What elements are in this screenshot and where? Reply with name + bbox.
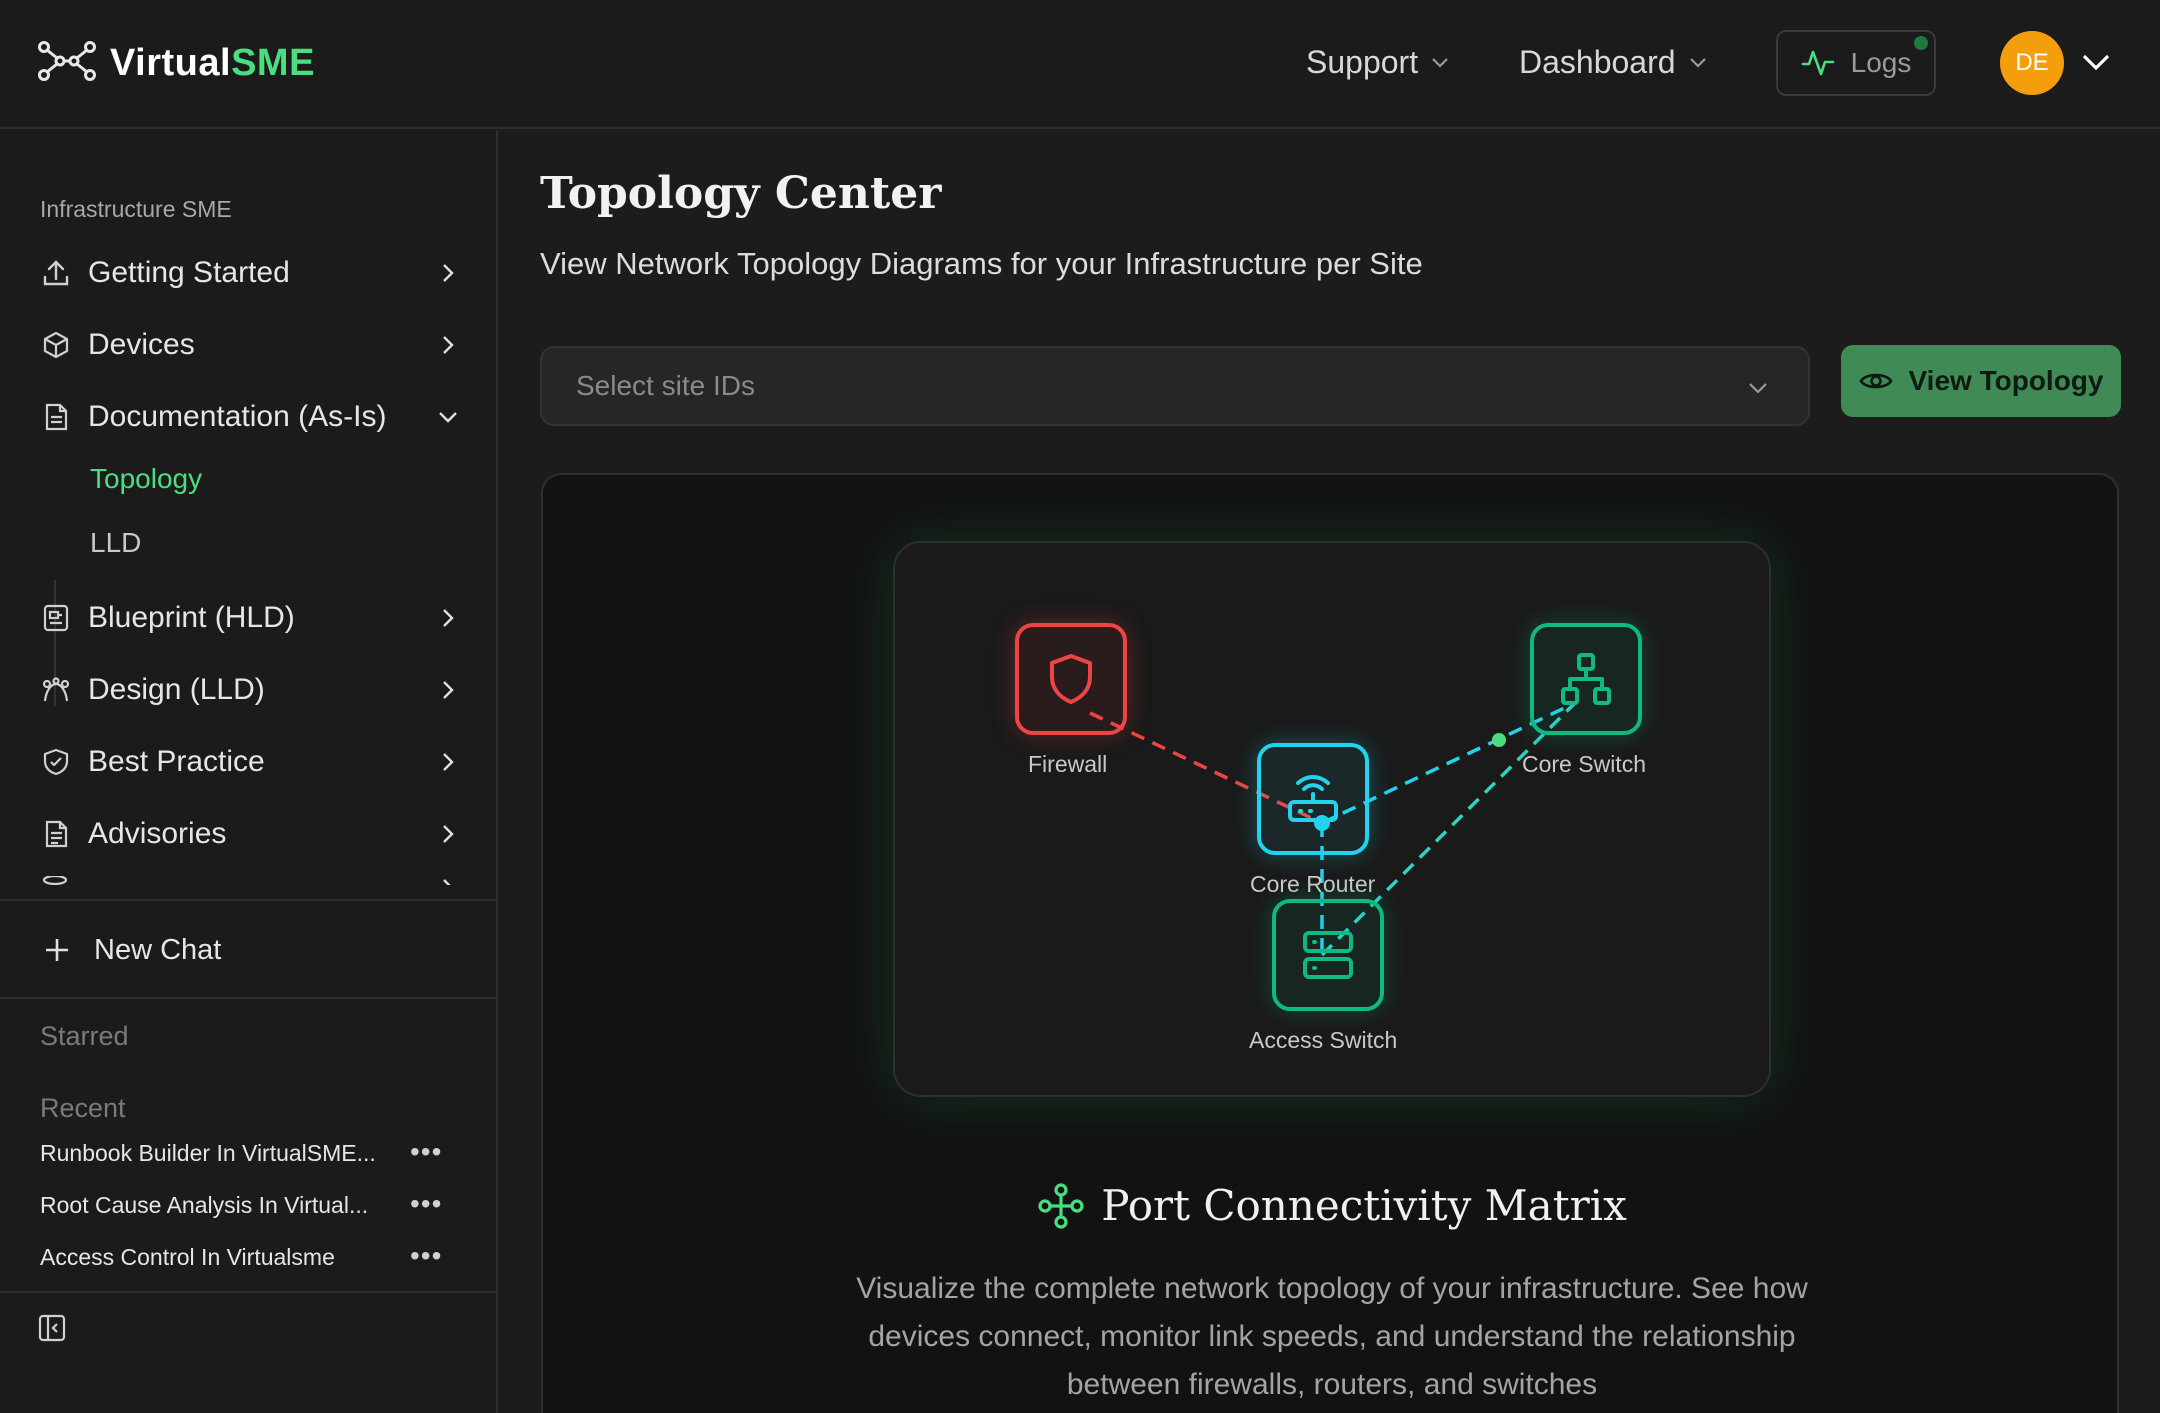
new-chat-button[interactable]: New Chat [44,925,221,975]
chevron-right-icon [443,336,454,354]
chevron-right-icon [443,609,454,627]
box-icon [40,329,72,361]
handshake-icon [40,746,72,778]
sidebar-section-title: Infrastructure SME [40,196,232,222]
logs-button[interactable]: Logs [1776,30,1936,96]
site-id-select[interactable] [540,346,1810,426]
nav-support-label: Support [1306,43,1419,80]
sidebar-item-documentation[interactable]: Documentation (As-Is) [40,387,460,447]
sidebar-subitem-lld[interactable]: LLD [90,527,141,559]
plus-icon [46,939,68,961]
nav-dashboard-label: Dashboard [1519,43,1676,80]
node-label-core-router: Core Router [1250,871,1376,897]
virtualsme-logo[interactable]: VirtualSME [38,40,315,86]
top-header: VirtualSME Support Dashboard Logs DE [0,0,2160,129]
recent-chat-item[interactable]: Runbook Builder In VirtualSME... ••• [40,1133,460,1173]
file-text-icon [40,818,72,850]
collapse-sidebar-icon[interactable] [38,1314,66,1342]
sidebar-item-advisories[interactable]: Advisories [40,804,460,864]
network-icon [1561,653,1611,705]
more-options-icon[interactable]: ••• [410,1190,442,1218]
topology-diagram: Firewall Core Router Core Switch Access … [893,541,1771,1097]
nav-support[interactable]: Support [1306,38,1450,86]
page-subtitle: View Network Topology Diagrams for your … [540,246,1423,281]
topology-panel: Firewall Core Router Core Switch Access … [541,473,2119,1413]
logo-text: VirtualSME [110,41,315,84]
connectivity-title: Port Connectivity Matrix [1101,1181,1627,1230]
node-label-core-switch: Core Switch [1522,751,1646,777]
upload-icon [40,257,72,289]
sidebar-item-label: Blueprint (HLD) [88,601,295,634]
site-id-input[interactable] [576,370,1676,402]
recent-chat-item[interactable]: Root Cause Analysis In Virtual... ••• [40,1185,460,1225]
document-icon [40,401,72,433]
shield-icon [1050,654,1092,704]
chevron-right-icon [443,753,454,771]
sidebar-divider [0,899,496,901]
eye-icon [1858,373,1893,389]
recent-chat-title: Access Control In Virtualsme [40,1243,335,1270]
recent-chat-title: Root Cause Analysis In Virtual... [40,1191,369,1218]
node-firewall[interactable] [1015,623,1127,735]
router-icon [1288,775,1338,822]
sidebar-item-label: Documentation (As-Is) [88,400,387,433]
view-topology-button[interactable]: View Topology [1841,345,2121,417]
more-options-icon[interactable]: ••• [410,1242,442,1270]
more-options-icon[interactable]: ••• [410,1138,442,1166]
chevron-right-icon [443,825,454,843]
server-icon [1303,931,1353,979]
sidebar-divider [0,1291,496,1293]
recent-chat-title: Runbook Builder In VirtualSME... [40,1139,376,1166]
starred-heading: Starred [40,1021,129,1051]
connectivity-heading: Port Connectivity Matrix [543,1181,2117,1230]
chevron-down-icon [1689,58,1706,68]
activity-icon [1801,50,1834,76]
recent-chat-item[interactable]: Access Control In Virtualsme ••• [40,1237,460,1277]
sidebar-item-label: Getting Started [88,256,290,289]
connectivity-description: Visualize the complete network topology … [856,1272,1808,1401]
nav-dashboard[interactable]: Dashboard [1519,38,1708,86]
new-chat-label: New Chat [94,933,222,966]
node-label-access-switch: Access Switch [1249,1027,1398,1053]
sidebar: Infrastructure SME Getting Started Devic… [0,131,498,1413]
chevron-right-icon [443,264,454,282]
sidebar-item-label: Best Practice [88,745,265,778]
recent-heading: Recent [40,1093,126,1123]
logs-label: Logs [1850,47,1912,78]
node-label-firewall: Firewall [1028,751,1108,777]
bezier-icon [40,674,72,706]
sidebar-divider [0,997,496,999]
user-avatar[interactable]: DE [2000,31,2064,95]
sidebar-item-label: Design (LLD) [88,673,265,706]
sidebar-item-clipped [40,876,460,885]
logs-status-dot [1914,36,1928,50]
workflow-icon [1038,1182,1084,1229]
sidebar-subitem-topology[interactable]: Topology [90,463,202,495]
chevron-down-icon [1749,383,1767,394]
network-logo-icon [38,40,96,86]
node-core-router[interactable] [1257,743,1369,855]
node-access-switch[interactable] [1272,899,1384,1011]
sidebar-item-devices[interactable]: Devices [40,315,460,375]
chevron-down-icon[interactable] [2080,48,2112,76]
node-core-switch[interactable] [1530,623,1642,735]
sidebar-item-getting-started[interactable]: Getting Started [40,243,460,303]
page-title: Topology Center [540,168,942,219]
view-topology-label: View Topology [1908,365,2104,396]
link-packet-dot [1492,733,1506,747]
sidebar-item-label: Advisories [88,817,227,850]
sidebar-item-design[interactable]: Design (LLD) [40,660,460,720]
chevron-down-icon [439,412,457,423]
sidebar-item-best-practice[interactable]: Best Practice [40,732,460,792]
chevron-right-icon [443,681,454,699]
blueprint-icon [40,602,72,634]
sidebar-item-label: Devices [88,328,195,361]
sidebar-item-blueprint[interactable]: Blueprint (HLD) [40,588,460,648]
chevron-down-icon [1432,58,1448,68]
